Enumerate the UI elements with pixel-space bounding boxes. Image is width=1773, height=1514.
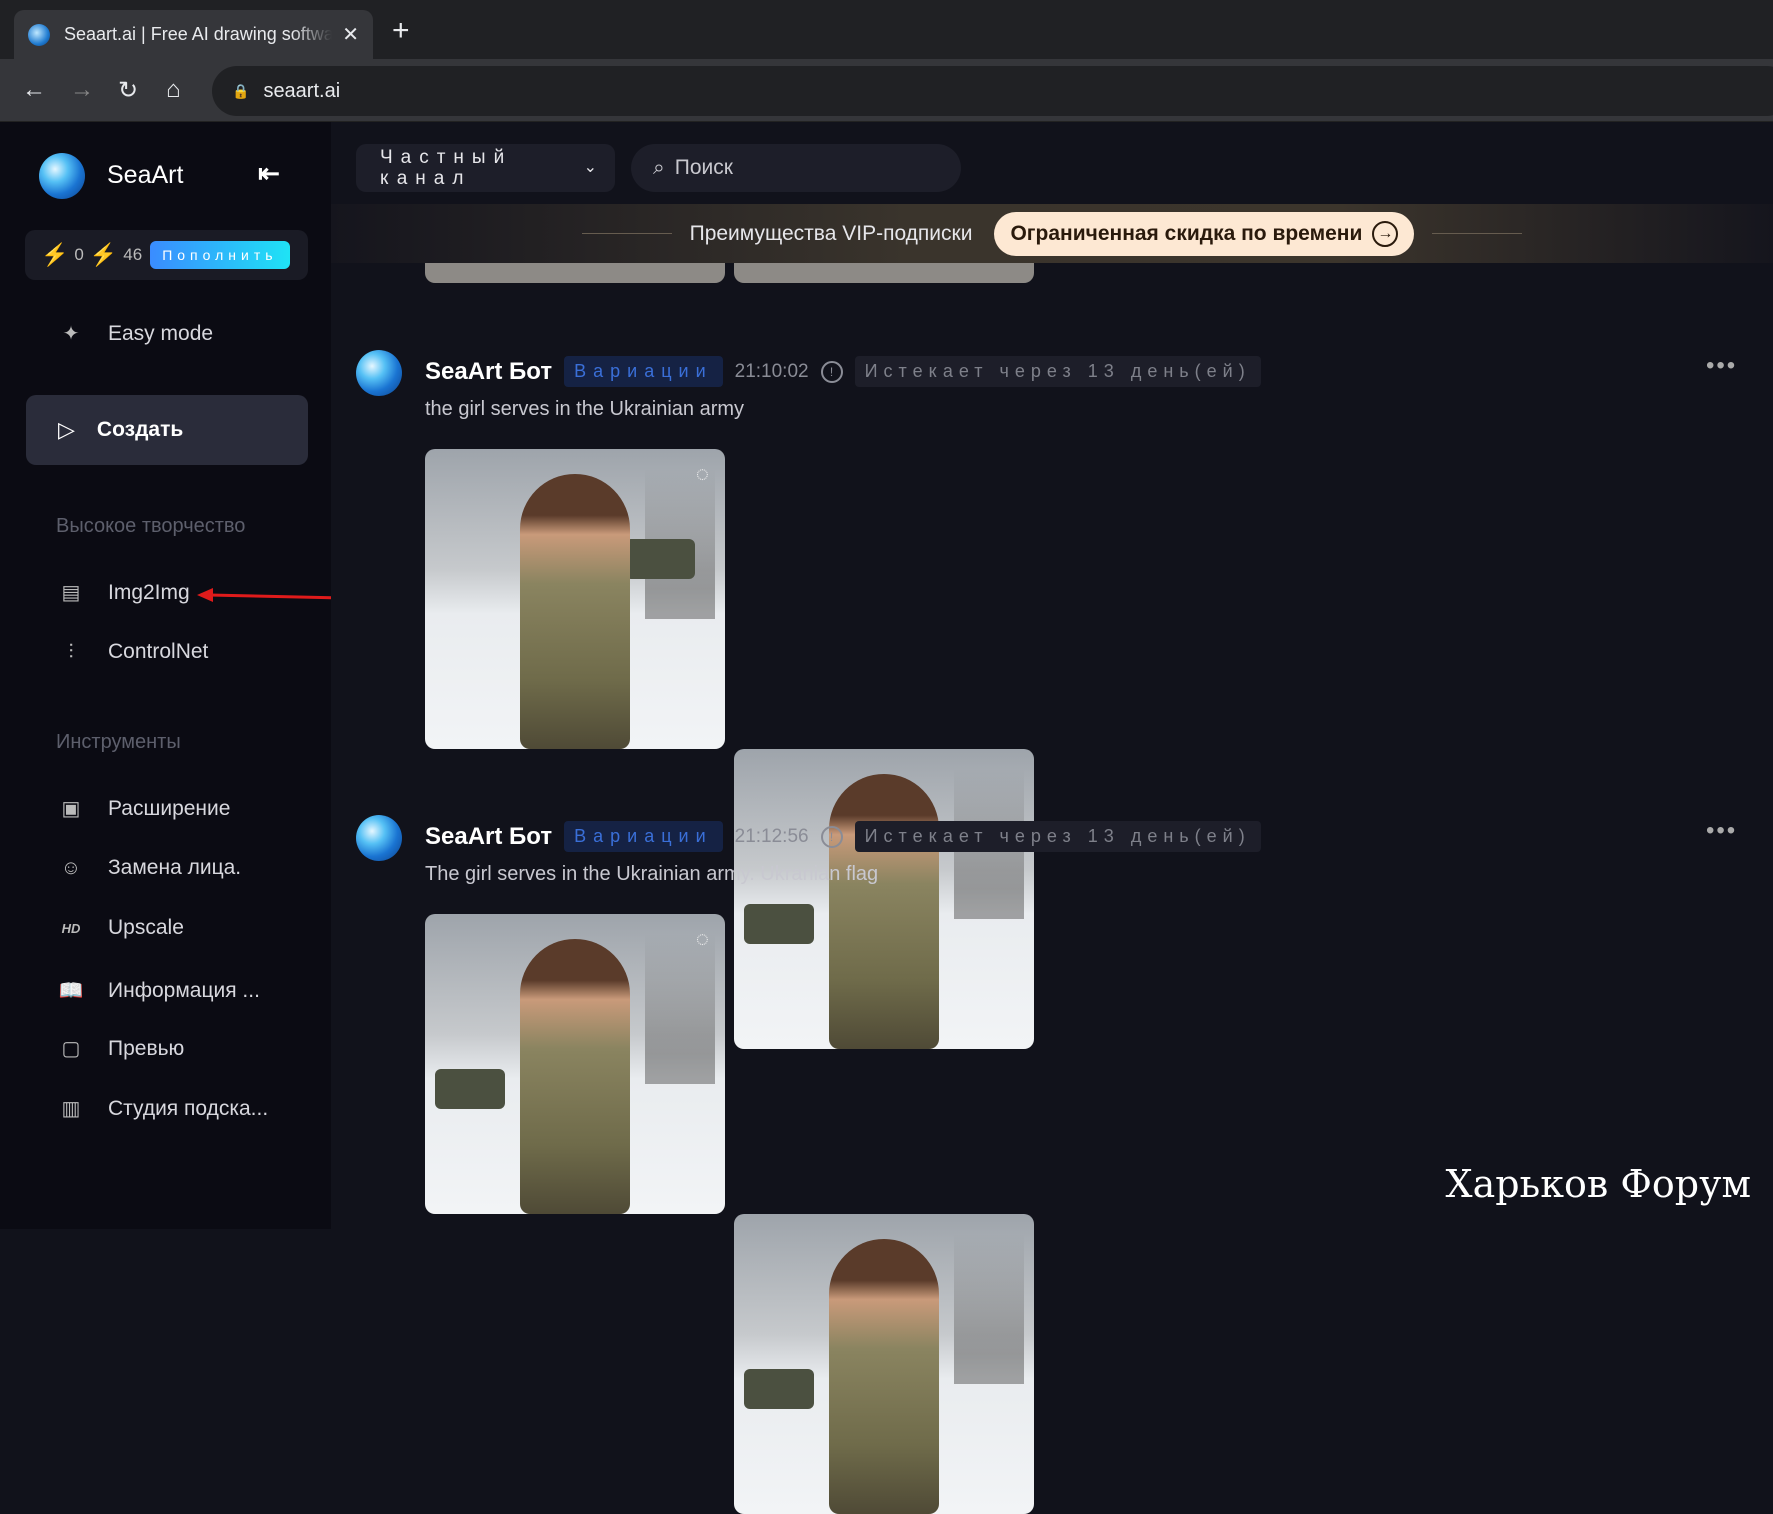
limited-discount-button[interactable]: Ограниченная скидка по времени → [994,211,1415,256]
channel-name: Частный канал [380,147,513,189]
topup-button[interactable]: Пополнить [150,241,290,269]
bot-avatar [356,350,402,396]
expand-icon: ▣ [61,798,81,820]
search-placeholder: Поиск [674,156,733,179]
sidebar-item-label: Замена лица. [108,856,242,879]
sidebar-item-label: Расширение [108,796,231,820]
tab-title: Seaart.ai | Free AI drawing software [64,24,333,44]
sidebar-item-label: Превью [108,1036,185,1060]
energy-count: 46 [123,245,143,264]
sidebar-item-label: Создать [96,418,184,441]
generated-image[interactable]: ◌ [425,914,725,1214]
timestamp: 21:12:56 [734,825,809,847]
forward-icon[interactable]: → [70,76,94,104]
play-icon: ▷ [58,417,75,442]
preview-icon: ▢ [61,1038,81,1060]
channel-select[interactable]: Частный канал ⌄ [356,144,615,192]
stamina-icon: ⚡ [41,242,69,267]
sidebar-item-upscale[interactable]: HD Upscale [58,916,184,940]
vip-banner: Преимущества VIP-подписки Ограниченная с… [331,204,1773,263]
bot-avatar [356,815,402,861]
sidebar-item-easy-mode[interactable]: ✦ Easy mode [58,321,213,346]
energy-icon: ⚡ [89,242,118,267]
button-label: Ограниченная скидка по времени [1010,221,1363,245]
url-text: seaart.ai [263,79,341,102]
lock-icon: 🔒 [232,82,250,99]
message: SeaArt Бот Вариации 21:12:56 ! Истекает … [356,815,1773,1514]
arrow-right-icon: → [1372,220,1399,247]
sliders-icon: ⫶ [68,640,74,663]
sidebar-item-label: Информация ... [108,978,260,1002]
message-header: SeaArt Бот Вариации 21:12:56 ! Истекает … [425,821,1261,852]
hidden-eye-icon[interactable]: ◌ [696,461,709,487]
sidebar-item-label: Easy mode [108,321,214,345]
prompt-text: the girl serves in the Ukrainian army [425,398,745,420]
author-name: SeaArt Бот [425,822,553,850]
variations-badge: Вариации [564,821,723,852]
brand-name: SeaArt [107,161,184,189]
clock-icon: ! [820,825,843,848]
home-icon[interactable]: ⌂ [166,76,181,104]
more-options-icon[interactable]: ••• [1706,352,1737,380]
hd-icon: HD [61,920,81,936]
generated-image[interactable] [734,1214,1034,1514]
chevron-down-icon: ⌄ [583,159,597,176]
divider [581,233,672,234]
divider [1432,233,1523,234]
sidebar-item-studio[interactable]: ▥ Студия подска... [58,1096,269,1121]
expiry-badge: Истекает через 13 день(ей) [854,821,1261,852]
section-heading-tools: Инструменты [56,731,181,753]
face-swap-icon: ☺ [60,856,82,879]
sidebar-item-create[interactable]: ▷ Создать [26,395,308,465]
section-heading-creative: Высокое творчество [56,515,246,537]
vip-text: Преимущества VIP-подписки [689,221,973,245]
sparkle-icon: ✦ [62,323,80,345]
stamina-count: 0 [74,245,84,264]
collapse-sidebar-icon[interactable]: ⇤ [258,158,280,189]
hidden-eye-icon[interactable]: ◌ [696,926,709,952]
sidebar-item-info[interactable]: 📖 Информация ... [58,978,260,1003]
sidebar-item-label: Студия подска... [108,1096,269,1120]
browser-tab[interactable]: Seaart.ai | Free AI drawing software ✕ [14,10,373,59]
watermark: Харьков Форум [1445,1162,1751,1206]
search-input[interactable]: ⌕ Поиск [631,144,961,192]
search-icon: ⌕ [653,156,665,179]
sidebar-item-img2img[interactable]: ▤ Img2Img [58,580,190,605]
reload-icon[interactable]: ↻ [118,76,138,105]
previous-image-thumb[interactable] [734,263,1034,283]
clock-icon: ! [820,360,843,383]
message-header: SeaArt Бот Вариации 21:10:02 ! Истекает … [425,356,1261,387]
sidebar [0,122,331,1229]
sidebar-item-label: ControlNet [108,640,209,663]
new-tab-button[interactable]: + [392,14,410,48]
seaart-logo-icon[interactable] [39,153,85,199]
sidebar-item-preview[interactable]: ▢ Превью [58,1036,185,1061]
close-tab-icon[interactable]: ✕ [342,22,359,47]
sidebar-item-label: Img2Img [108,580,190,604]
previous-image-thumb[interactable] [425,263,725,283]
author-name: SeaArt Бот [425,357,553,385]
image-icon: ▤ [61,582,81,604]
expiry-badge: Истекает через 13 день(ей) [854,356,1261,387]
credits-box: ⚡ 0 ⚡ 46 Пополнить [25,230,308,280]
generated-image[interactable]: ◌ [425,449,725,749]
sidebar-item-face-swap[interactable]: ☺ Замена лица. [58,856,241,880]
timestamp: 21:10:02 [734,360,809,382]
back-icon[interactable]: ← [22,76,46,104]
studio-icon: ▥ [61,1098,81,1120]
prompt-text: The girl serves in the Ukrainian army. U… [425,863,879,885]
seaart-favicon-icon [28,23,50,46]
more-options-icon[interactable]: ••• [1706,817,1737,845]
book-icon: 📖 [58,980,84,1002]
sidebar-item-label: Upscale [108,916,184,939]
sidebar-item-expand[interactable]: ▣ Расширение [58,796,231,821]
sidebar-item-controlnet[interactable]: ⫶ ControlNet [58,640,209,664]
variations-badge: Вариации [564,356,723,387]
url-bar[interactable]: 🔒 seaart.ai [212,66,1773,116]
